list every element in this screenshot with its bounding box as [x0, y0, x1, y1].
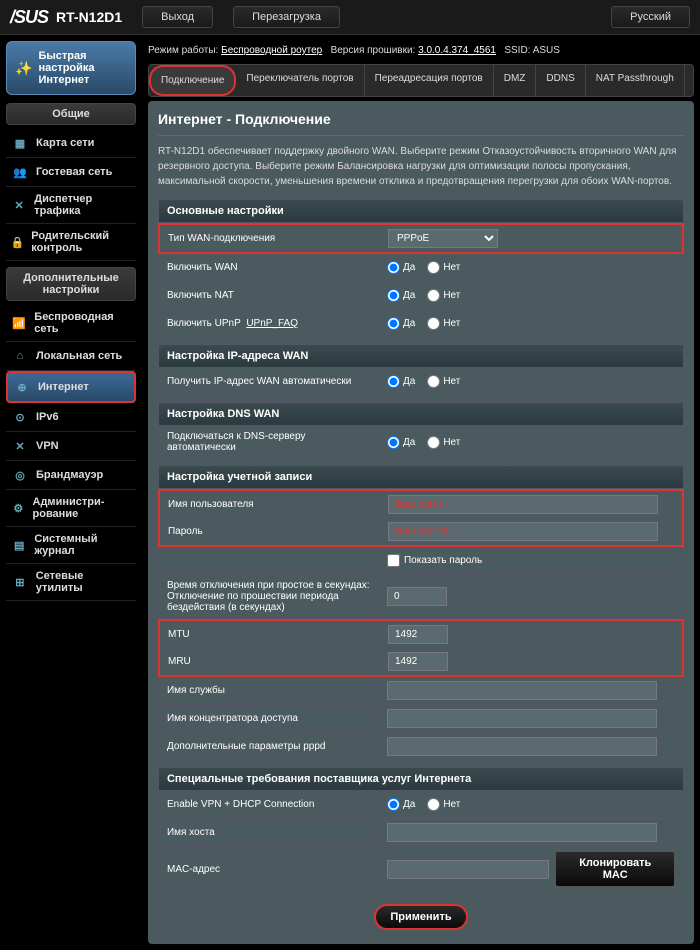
username-input[interactable]	[388, 495, 658, 514]
tab-connection[interactable]: Подключение	[149, 65, 236, 96]
apply-button[interactable]: Применить	[374, 904, 467, 930]
mac-label: MAC-адрес	[159, 859, 379, 880]
nav-administration[interactable]: ⚙Администри- рование	[6, 490, 136, 527]
idle-input[interactable]	[387, 587, 447, 606]
reboot-button[interactable]: Перезагрузка	[233, 6, 340, 28]
page-title: Интернет - Подключение	[158, 111, 684, 136]
tab-port-forward[interactable]: Переадресация портов	[365, 65, 494, 96]
lock-icon: 🔒	[10, 234, 25, 250]
enable-wan-no[interactable]	[427, 261, 440, 274]
nav-lan[interactable]: ⌂Локальная сеть	[6, 342, 136, 371]
enable-nat-label: Включить NAT	[159, 285, 379, 306]
wan-ip-auto-no[interactable]	[427, 375, 440, 388]
mac-input[interactable]	[387, 860, 549, 879]
logout-button[interactable]: Выход	[142, 6, 213, 28]
firmware-link[interactable]: 3.0.0.4.374_4561	[418, 45, 496, 56]
enable-nat-no[interactable]	[427, 289, 440, 302]
info-bar: Режим работы: Беспроводной роутер Версия…	[148, 41, 694, 60]
section-basic: Основные настройки	[158, 199, 684, 223]
advanced-header: Дополнительные настройки	[6, 267, 136, 301]
dns-auto-yes[interactable]	[387, 436, 400, 449]
quick-setup-button[interactable]: ✨ Быстрая настройка Интернет	[6, 41, 136, 95]
section-wan-ip: Настройка IP-адреса WAN	[158, 344, 684, 368]
quick-setup-label: Быстрая настройка Интернет	[38, 50, 127, 86]
password-input[interactable]	[388, 522, 658, 541]
dns-auto-no[interactable]	[427, 436, 440, 449]
nav-parental-control[interactable]: 🔒Родительский контроль	[6, 224, 136, 261]
language-button[interactable]: Русский	[611, 6, 690, 28]
clone-mac-button[interactable]: Клонировать MAC	[555, 851, 675, 887]
nav-ipv6[interactable]: ⊙IPv6	[6, 403, 136, 432]
firewall-icon: ◎	[10, 467, 30, 483]
mtu-label: MTU	[160, 624, 380, 645]
section-dns: Настройка DNS WAN	[158, 402, 684, 426]
op-mode-link[interactable]: Беспроводной роутер	[221, 45, 322, 56]
model-name: RT-N12D1	[56, 9, 122, 25]
gear-icon: ⚙	[10, 500, 27, 516]
enable-upnp-label: Включить UPnP UPnP_FAQ	[159, 313, 379, 334]
nav-system-log[interactable]: ▤Системный журнал	[6, 527, 136, 564]
wifi-icon: 📶	[10, 315, 28, 331]
ipv6-icon: ⊙	[10, 409, 30, 425]
log-icon: ▤	[10, 537, 28, 553]
mru-label: MRU	[160, 651, 380, 672]
pppd-extra-label: Дополнительные параметры pppd	[159, 736, 379, 757]
nav-traffic-manager[interactable]: ✕Диспетчер трафика	[6, 187, 136, 224]
mtu-input[interactable]	[388, 625, 448, 644]
traffic-icon: ✕	[10, 197, 28, 213]
concentrator-input[interactable]	[387, 709, 657, 728]
tab-nat-passthrough[interactable]: NAT Passthrough	[586, 65, 685, 96]
nav-network-map[interactable]: ▦Карта сети	[6, 129, 136, 158]
service-label: Имя службы	[159, 680, 379, 701]
globe-icon: ⊕	[12, 379, 32, 395]
vpn-dhcp-no[interactable]	[427, 798, 440, 811]
nav-internet[interactable]: ⊕Интернет	[6, 371, 136, 403]
nav-firewall[interactable]: ◎Брандмауэр	[6, 461, 136, 490]
upnp-faq-link[interactable]: UPnP_FAQ	[246, 318, 298, 329]
nav-vpn[interactable]: ✕VPN	[6, 432, 136, 461]
tab-bar: Подключение Переключатель портов Переадр…	[148, 64, 694, 97]
enable-nat-yes[interactable]	[387, 289, 400, 302]
show-password-checkbox[interactable]	[387, 554, 400, 567]
enable-wan-yes[interactable]	[387, 261, 400, 274]
wan-type-select[interactable]: PPPoE	[388, 229, 498, 248]
enable-wan-label: Включить WAN	[159, 257, 379, 278]
wan-ip-auto-label: Получить IP-адрес WAN автоматически	[159, 371, 379, 392]
tab-dmz[interactable]: DMZ	[494, 65, 537, 96]
vpn-icon: ✕	[10, 438, 30, 454]
dns-auto-label: Подключаться к DNS-серверу автоматически	[159, 426, 379, 458]
nav-network-tools[interactable]: ⊞Сетевые утилиты	[6, 564, 136, 601]
wand-icon: ✨	[15, 60, 32, 77]
home-icon: ⌂	[10, 348, 30, 364]
wan-type-label: Тип WAN-подключения	[160, 228, 380, 249]
page-description: RT-N12D1 обеспечивает поддержку двойного…	[158, 144, 684, 189]
vpn-dhcp-yes[interactable]	[387, 798, 400, 811]
guest-icon: 👥	[10, 164, 30, 180]
nav-wireless[interactable]: 📶Беспроводная сеть	[6, 305, 136, 342]
service-input[interactable]	[387, 681, 657, 700]
nav-guest-network[interactable]: 👥Гостевая сеть	[6, 158, 136, 187]
section-account: Настройка учетной записи	[158, 465, 684, 489]
vpn-dhcp-label: Enable VPN + DHCP Connection	[159, 794, 379, 815]
hostname-input[interactable]	[387, 823, 657, 842]
hostname-label: Имя хоста	[159, 822, 379, 843]
tab-port-trigger[interactable]: Переключатель портов	[236, 65, 364, 96]
pppd-extra-input[interactable]	[387, 737, 657, 756]
mru-input[interactable]	[388, 652, 448, 671]
enable-upnp-no[interactable]	[427, 317, 440, 330]
concentrator-label: Имя концентратора доступа	[159, 708, 379, 729]
idle-label: Время отключения при простое в секундах:…	[159, 575, 379, 618]
tab-ddns[interactable]: DDNS	[536, 65, 585, 96]
tools-icon: ⊞	[10, 574, 30, 590]
password-label: Пароль	[160, 521, 380, 542]
username-label: Имя пользователя	[160, 494, 380, 515]
general-header: Общие	[6, 103, 136, 125]
section-isp: Специальные требования поставщика услуг …	[158, 767, 684, 791]
wan-ip-auto-yes[interactable]	[387, 375, 400, 388]
map-icon: ▦	[10, 135, 30, 151]
enable-upnp-yes[interactable]	[387, 317, 400, 330]
brand-logo: /SUS	[10, 7, 48, 28]
